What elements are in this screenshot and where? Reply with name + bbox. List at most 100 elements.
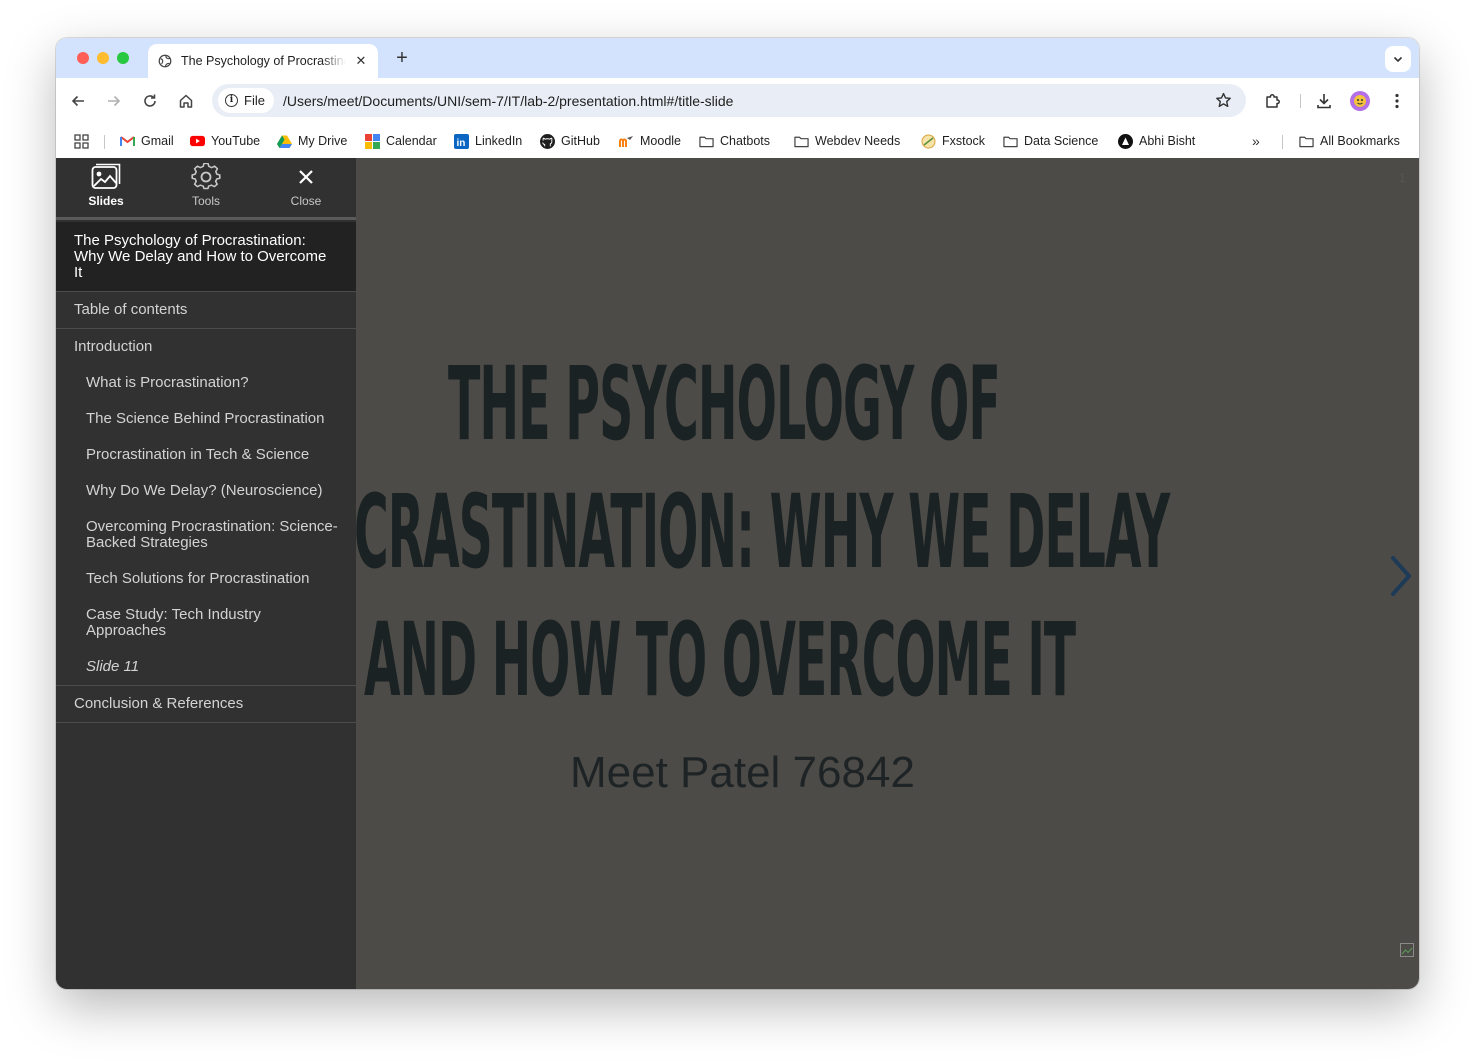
abhi-icon <box>1118 133 1133 149</box>
reload-icon <box>144 94 156 107</box>
home-icon <box>179 94 193 108</box>
reload-button[interactable] <box>140 91 160 111</box>
slide-title-line-1: THE PSYCHOLOGY OF <box>448 345 1001 464</box>
apps-grid-icon <box>74 133 89 149</box>
tab-title: The Psychology of Procrastination: Why W… <box>181 54 346 68</box>
bookmark-youtube[interactable]: YouTube <box>190 130 260 152</box>
linkedin-icon: in <box>454 133 469 149</box>
more-bookmarks-button[interactable]: » <box>1252 130 1260 152</box>
bookmark-data-science[interactable]: Data Science <box>1003 130 1098 152</box>
slide-menu-toolbar: Slides Tools Close <box>56 158 356 220</box>
close-window-button[interactable] <box>77 52 89 64</box>
scheme-label: File <box>244 93 265 108</box>
svg-text:in: in <box>457 138 466 149</box>
browser-menu-button[interactable] <box>1387 91 1407 111</box>
slide-item-table-of-contents[interactable]: Table of contents <box>56 292 356 329</box>
calendar-icon <box>365 133 380 149</box>
bookmark-calendar[interactable]: Calendar <box>365 130 437 152</box>
tools-tab-label: Tools <box>191 194 220 208</box>
chevron-down-icon <box>1393 56 1403 63</box>
site-info-chip[interactable]: i File <box>218 88 274 113</box>
slide-number: 1 <box>1398 170 1406 185</box>
browser-toolbar: i File /Users/meet/Documents/UNI/sem-7/I… <box>56 78 1419 124</box>
broken-image-icon <box>1400 943 1414 957</box>
bookmarks-bar: Gmail YouTube My Drive Calendar in Linke… <box>56 124 1419 158</box>
close-menu-label: Close <box>290 194 322 208</box>
back-arrow-icon <box>71 95 84 107</box>
forward-button[interactable] <box>104 91 124 111</box>
new-tab-button[interactable]: + <box>392 47 412 70</box>
maximize-window-button[interactable] <box>117 52 129 64</box>
folder-icon <box>794 134 809 149</box>
minimize-window-button[interactable] <box>97 52 109 64</box>
slide-author: Meet Patel 76842 <box>570 748 915 797</box>
github-icon <box>540 133 555 149</box>
bookmark-fxstock[interactable]: Fxstock <box>921 130 985 152</box>
tools-tab-button[interactable]: Tools <box>156 163 256 215</box>
next-slide-arrow-icon[interactable] <box>1387 554 1415 598</box>
slide-item-science-behind[interactable]: The Science Behind Procrastination <box>56 401 356 437</box>
slides-tab-label: Slides <box>88 194 124 208</box>
download-icon <box>1317 94 1331 109</box>
folder-icon <box>1003 134 1018 149</box>
avatar-icon <box>1350 91 1370 111</box>
close-menu-button[interactable]: Close <box>256 163 356 215</box>
downloads-button[interactable] <box>1314 91 1334 111</box>
bookmarks-divider <box>104 135 105 149</box>
puzzle-icon <box>1266 94 1280 108</box>
youtube-icon <box>190 134 205 149</box>
slide-item-conclusion[interactable]: Conclusion & References <box>56 686 356 723</box>
bookmark-moodle[interactable]: Moodle <box>619 130 681 152</box>
bookmark-webdev-needs[interactable]: Webdev Needs <box>794 130 900 152</box>
slide-item-title[interactable]: The Psychology of Procrastination: Why W… <box>56 222 356 292</box>
slide-item-introduction[interactable]: Introduction <box>56 329 356 365</box>
bookmark-my-drive[interactable]: My Drive <box>277 130 347 152</box>
bookmarks-divider <box>1282 135 1283 149</box>
moodle-icon <box>619 134 634 149</box>
gear-icon <box>191 163 221 190</box>
bookmark-gmail[interactable]: Gmail <box>120 130 174 152</box>
bookmark-chatbots[interactable]: Chatbots <box>699 130 770 152</box>
profile-button[interactable] <box>1350 91 1370 111</box>
tab-close-icon[interactable]: ✕ <box>354 53 368 69</box>
folder-icon <box>699 134 714 149</box>
home-button[interactable] <box>176 91 196 111</box>
tab-strip: The Psychology of Procrastination: Why W… <box>56 38 1419 78</box>
image-slides-icon <box>91 163 121 189</box>
url-text[interactable]: /Users/meet/Documents/UNI/sem-7/IT/lab-2… <box>283 93 734 109</box>
browser-tab-active[interactable]: The Psychology of Procrastination: Why W… <box>148 44 378 78</box>
more-vertical-icon <box>1395 93 1399 109</box>
slide-item-what-is-procrastination[interactable]: What is Procrastination? <box>56 365 356 401</box>
bookmark-abhi-bisht[interactable]: Abhi Bisht <box>1118 130 1195 152</box>
slide-title-line-3: AND HOW TO OVERCOME IT <box>364 601 1076 720</box>
current-slide: 1 THE PSYCHOLOGY OF CRASTINATION: WHY WE… <box>356 158 1419 989</box>
slide-item-tech-and-science[interactable]: Procrastination in Tech & Science <box>56 437 356 473</box>
double-chevron-icon: » <box>1252 133 1260 149</box>
page-content: Slides Tools Close The Psychology of Pro… <box>56 158 1419 989</box>
slide-menu-panel: Slides Tools Close The Psychology of Pro… <box>56 158 356 989</box>
slide-item-tech-solutions[interactable]: Tech Solutions for Procrastination <box>56 561 356 597</box>
bookmark-linkedin[interactable]: in LinkedIn <box>454 130 522 152</box>
slide-item-case-study[interactable]: Case Study: Tech Industry Approaches <box>56 597 356 649</box>
folder-icon <box>1299 134 1314 149</box>
tab-search-button[interactable] <box>1385 46 1411 72</box>
address-bar[interactable]: i File /Users/meet/Documents/UNI/sem-7/I… <box>212 84 1246 117</box>
bookmark-star-icon[interactable] <box>1215 92 1232 109</box>
fxstock-icon <box>921 134 936 149</box>
drive-icon <box>277 134 292 149</box>
globe-icon <box>158 54 172 68</box>
browser-window: The Psychology of Procrastination: Why W… <box>56 38 1419 989</box>
apps-button[interactable] <box>74 130 89 152</box>
slide-list: The Psychology of Procrastination: Why W… <box>56 222 356 723</box>
all-bookmarks-button[interactable]: All Bookmarks <box>1299 130 1400 152</box>
slide-section-introduction: Introduction What is Procrastination? Th… <box>56 329 356 686</box>
slide-item-strategies[interactable]: Overcoming Procrastination: Science-Back… <box>56 509 356 561</box>
bookmark-github[interactable]: GitHub <box>540 130 600 152</box>
slides-tab-button[interactable]: Slides <box>56 163 156 215</box>
back-button[interactable] <box>68 91 88 111</box>
slide-item-neuroscience[interactable]: Why Do We Delay? (Neuroscience) <box>56 473 356 509</box>
extensions-button[interactable] <box>1263 91 1283 111</box>
slide-item-slide-11[interactable]: Slide 11 <box>56 649 356 685</box>
close-icon <box>299 170 313 184</box>
info-icon: i <box>225 94 238 107</box>
